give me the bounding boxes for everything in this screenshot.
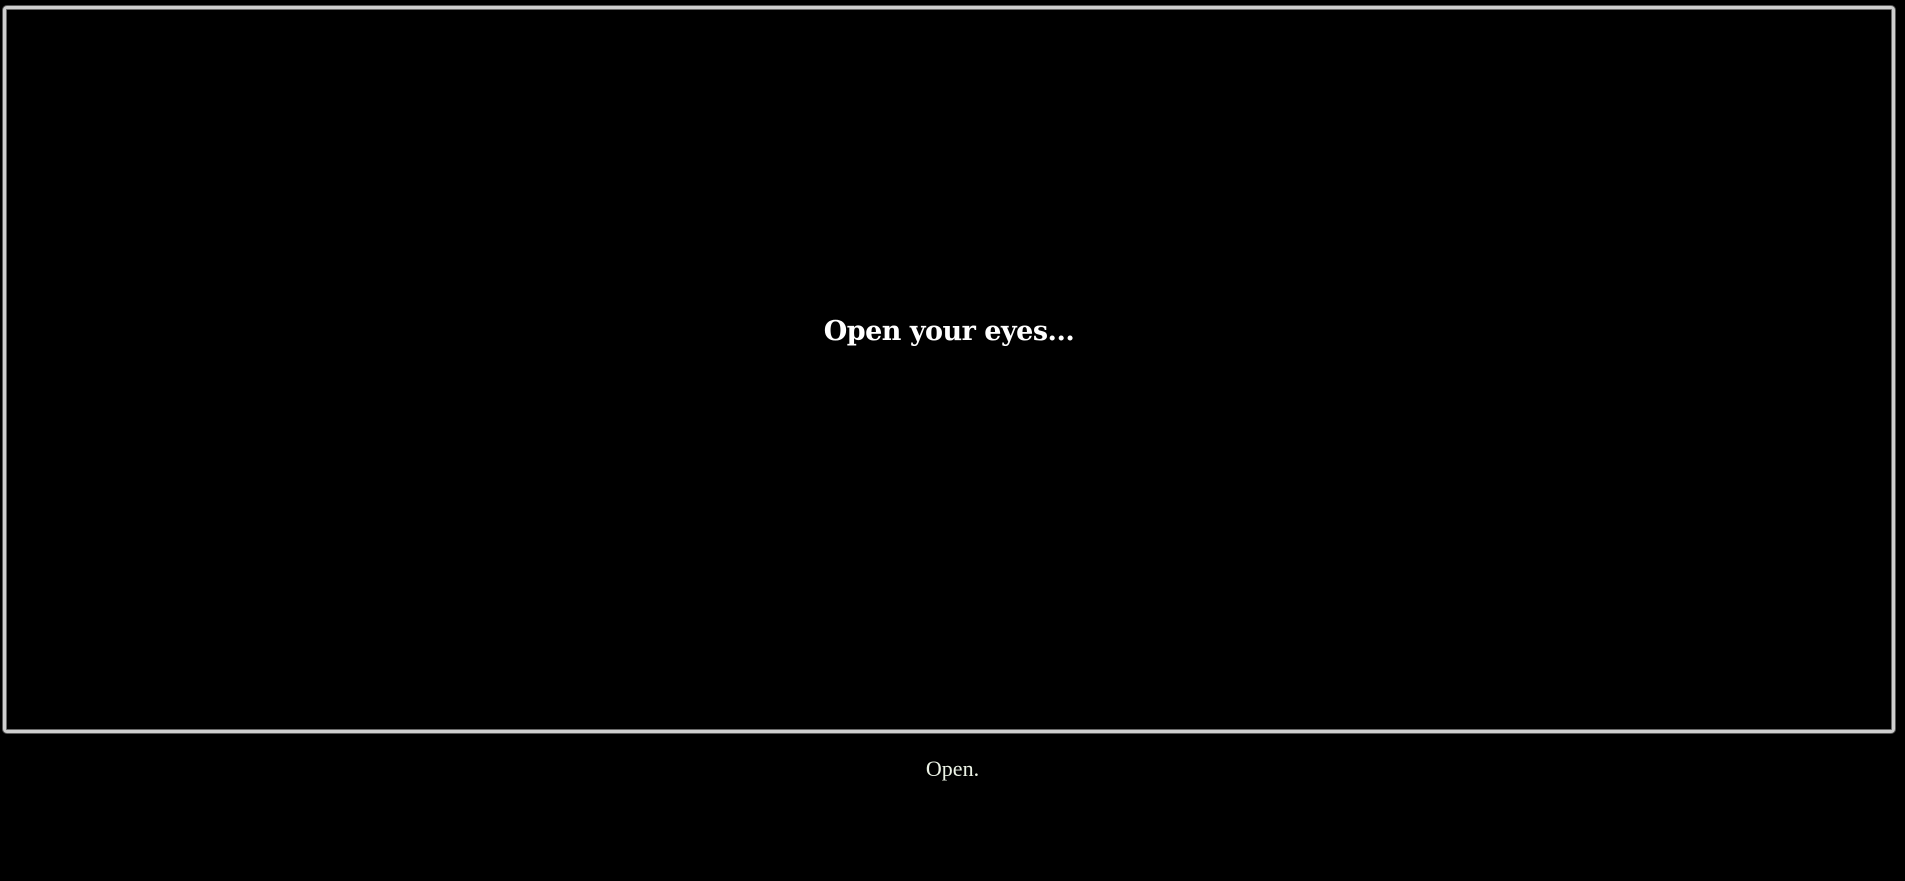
game-display-frame: Open your eyes...: [3, 6, 1895, 733]
choice-list: Open.: [0, 755, 1905, 783]
narration-text: Open your eyes...: [823, 316, 1075, 347]
choice-open-link[interactable]: Open.: [922, 755, 983, 783]
